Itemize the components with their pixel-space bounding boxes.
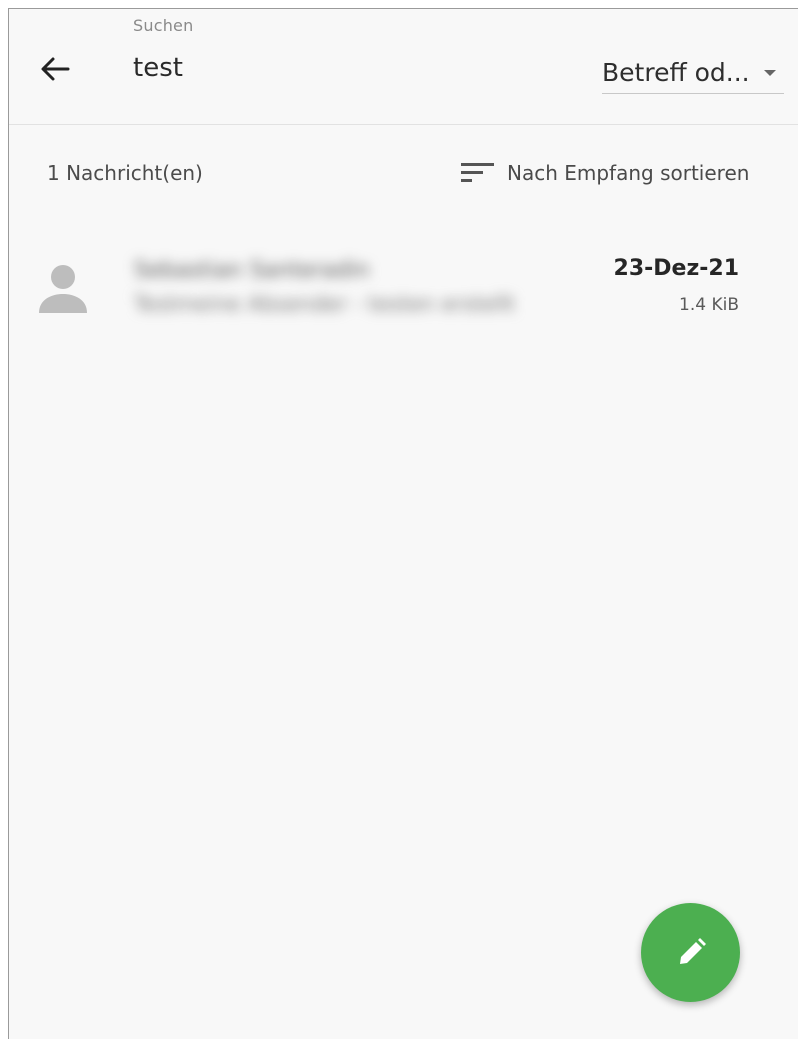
- message-list-item[interactable]: Sebastian Santeradin Testmeine Absender …: [9, 234, 769, 338]
- message-count: 1 Nachricht(en): [47, 161, 203, 185]
- back-button[interactable]: [29, 49, 81, 89]
- compose-button[interactable]: [641, 903, 740, 1002]
- app-frame: Suchen test Betreff od... 1 Nachricht(en…: [8, 8, 798, 1039]
- message-sender: Sebastian Santeradin: [134, 258, 370, 283]
- message-subject: Testmeine Absender - testen erstellt: [134, 292, 515, 316]
- pencil-icon: [674, 936, 708, 970]
- arrow-left-icon: [40, 56, 70, 82]
- search-label: Suchen: [133, 16, 194, 35]
- chevron-down-icon: [763, 70, 776, 76]
- sort-button[interactable]: Nach Empfang sortieren: [461, 156, 749, 190]
- message-size: 1.4 KiB: [679, 295, 739, 315]
- search-field-select-value: Betreff od...: [602, 57, 750, 87]
- search-input[interactable]: test: [133, 53, 183, 83]
- sort-label: Nach Empfang sortieren: [507, 161, 750, 185]
- person-icon: [38, 261, 96, 319]
- sort-icon: [461, 161, 507, 185]
- message-date: 23-Dez-21: [613, 256, 739, 281]
- search-field-select[interactable]: Betreff od...: [602, 51, 784, 94]
- search-app-bar: Suchen test Betreff od...: [9, 9, 798, 125]
